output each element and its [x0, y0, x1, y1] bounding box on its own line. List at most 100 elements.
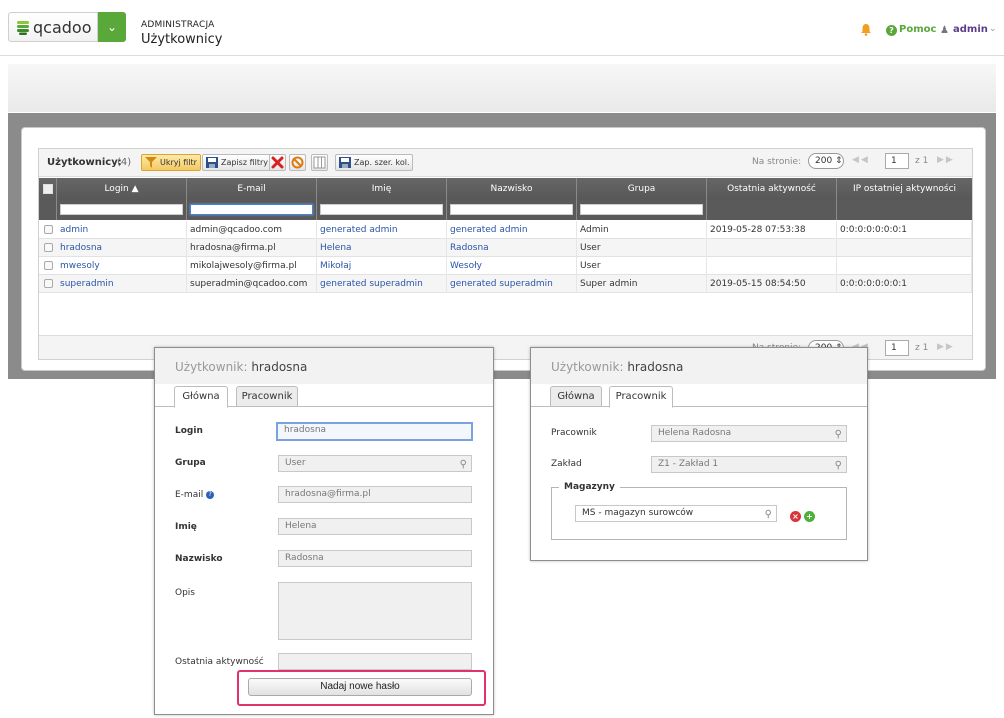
- column-last-name[interactable]: Nazwisko: [447, 178, 577, 200]
- table-row[interactable]: admin admin@qcadoo.com generated admin g…: [39, 221, 972, 239]
- reset-password-button[interactable]: Nadaj nowe hasło: [248, 678, 472, 696]
- logo[interactable]: qcadoo: [8, 12, 98, 42]
- column-group[interactable]: Grupa: [577, 178, 707, 200]
- add-warehouse-button[interactable]: +: [804, 511, 815, 522]
- remove-warehouse-button[interactable]: ×: [790, 511, 801, 522]
- grid-toolbar: Użytkownicy: (4) Ukryj filtr Zapisz filt…: [39, 149, 972, 177]
- cell-first-name[interactable]: generated superadmin: [317, 275, 447, 293]
- chevron-down-icon: ⌄: [106, 20, 118, 34]
- login-field[interactable]: hradosna: [276, 422, 473, 441]
- cell-group: User: [577, 239, 707, 257]
- page-count: z 1: [915, 156, 929, 166]
- user-menu-caret-icon[interactable]: ⌄: [989, 24, 997, 34]
- pager-next-icons-bottom[interactable]: ▶▶: [937, 342, 955, 352]
- first-name-field[interactable]: Helena: [278, 518, 472, 535]
- filter-login-input[interactable]: [60, 204, 183, 215]
- warehouse-field[interactable]: MS - magazyn surowców ⚲: [575, 505, 777, 522]
- cell-last-name[interactable]: Radosna: [447, 239, 577, 257]
- last-name-field[interactable]: Radosna: [278, 550, 472, 567]
- logo-icon: [17, 21, 29, 35]
- search-icon[interactable]: ⚲: [835, 458, 842, 473]
- page-number-input-bottom[interactable]: 1: [885, 340, 909, 356]
- filter-group-input[interactable]: [580, 204, 703, 215]
- column-login[interactable]: Login ▲: [57, 178, 187, 200]
- cell-first-name[interactable]: Mikołaj: [317, 257, 447, 275]
- user-menu[interactable]: admin: [953, 24, 988, 35]
- filter-last-name-input[interactable]: [450, 204, 573, 215]
- info-icon[interactable]: ?: [206, 491, 215, 499]
- top-bar: qcadoo ⌄ ADMINISTRACJA Użytkownicy ? Pom…: [0, 0, 1004, 56]
- help-link[interactable]: Pomoc: [899, 24, 936, 35]
- page-number-input[interactable]: 1: [885, 153, 909, 169]
- filter-email-input[interactable]: [190, 204, 313, 215]
- table-row[interactable]: superadmin superadmin@qcadoo.com generat…: [39, 275, 972, 293]
- breadcrumb-section: ADMINISTRACJA: [141, 20, 215, 30]
- deactivate-button[interactable]: [289, 154, 306, 171]
- cell-login[interactable]: hradosna: [57, 239, 187, 257]
- help-icon[interactable]: ?: [886, 25, 897, 36]
- filter-cell-last-activity: [707, 200, 837, 220]
- delete-button[interactable]: [269, 154, 286, 171]
- column-last-activity[interactable]: Ostatnia aktywność: [707, 178, 837, 200]
- bell-icon[interactable]: [860, 23, 872, 36]
- tab-worker[interactable]: Pracownik: [236, 386, 298, 407]
- menu-dropdown-button[interactable]: ⌄: [98, 12, 126, 42]
- save-filters-button[interactable]: Zapisz filtry: [202, 154, 273, 171]
- save-icon: [206, 157, 218, 168]
- table-row[interactable]: mwesoly mikolajwesoly@firma.pl Mikołaj W…: [39, 257, 972, 275]
- cell-last-name[interactable]: generated admin: [447, 221, 577, 239]
- search-icon[interactable]: ⚲: [835, 427, 842, 442]
- group-field[interactable]: User ⚲: [278, 455, 472, 472]
- worker-label: Pracownik: [551, 428, 597, 438]
- row-checkbox[interactable]: [44, 279, 53, 288]
- form-title: Użytkownik: hradosna: [175, 360, 308, 374]
- row-checkbox[interactable]: [44, 261, 53, 270]
- cell-first-name[interactable]: generated admin: [317, 221, 447, 239]
- search-icon[interactable]: ⚲: [765, 507, 772, 522]
- column-last-ip[interactable]: IP ostatniej aktywności: [837, 178, 972, 200]
- tab-main[interactable]: Główna: [174, 386, 228, 408]
- row-checkbox[interactable]: [44, 225, 53, 234]
- pager-prev-icons[interactable]: ◀◀: [852, 155, 870, 165]
- last-activity-field: [278, 653, 472, 670]
- form-header: Użytkownik: hradosna: [531, 348, 867, 384]
- hide-filter-button[interactable]: Ukryj filtr: [141, 154, 201, 171]
- plant-label: Zakład: [551, 459, 582, 469]
- tab-main[interactable]: Główna: [550, 386, 602, 407]
- table-row[interactable]: hradosna hradosna@firma.pl Helena Radosn…: [39, 239, 972, 257]
- search-icon[interactable]: ⚲: [460, 457, 467, 472]
- email-field[interactable]: hradosna@firma.pl: [278, 486, 472, 503]
- filter-cell-last-name: [447, 200, 577, 220]
- columns-button[interactable]: [311, 154, 328, 171]
- cell-email: superadmin@qcadoo.com: [187, 275, 317, 293]
- grid-header: Login ▲ E-mail Imię Nazwisko Grupa Ostat…: [39, 178, 972, 220]
- per-page-select[interactable]: 200 ⇕: [808, 153, 844, 169]
- select-all-checkbox[interactable]: [43, 184, 53, 194]
- row-checkbox[interactable]: [44, 243, 53, 252]
- description-textarea[interactable]: [278, 582, 472, 640]
- users-grid: Użytkownicy: (4) Ukryj filtr Zapisz filt…: [38, 148, 973, 360]
- filter-first-name-input[interactable]: [320, 204, 443, 215]
- cell-login[interactable]: mwesoly: [57, 257, 187, 275]
- cell-last-name[interactable]: generated superadmin: [447, 275, 577, 293]
- cell-login[interactable]: admin: [57, 221, 187, 239]
- cell-last-name[interactable]: Wesoły: [447, 257, 577, 275]
- group-label: Grupa: [175, 458, 206, 468]
- tab-worker[interactable]: Pracownik: [609, 386, 673, 408]
- cell-email: mikolajwesoly@firma.pl: [187, 257, 317, 275]
- first-name-label: Imię: [175, 522, 197, 532]
- logo-text: qcadoo: [33, 18, 92, 37]
- page-title: Użytkownicy: [141, 32, 223, 47]
- save-column-widths-button[interactable]: Zap. szer. kol.: [335, 154, 414, 171]
- cell-last-ip: [837, 239, 972, 257]
- filter-cell-login: [57, 200, 187, 220]
- cell-last-ip: 0:0:0:0:0:0:0:1: [837, 221, 972, 239]
- worker-field[interactable]: Helena Radosna ⚲: [651, 425, 847, 442]
- pager-next-icons[interactable]: ▶▶: [937, 155, 955, 165]
- column-first-name[interactable]: Imię: [317, 178, 447, 200]
- column-email[interactable]: E-mail: [187, 178, 317, 200]
- login-label: Login: [175, 426, 203, 436]
- cell-first-name[interactable]: Helena: [317, 239, 447, 257]
- cell-login[interactable]: superadmin: [57, 275, 187, 293]
- plant-field[interactable]: Z1 - Zakład 1 ⚲: [651, 456, 847, 473]
